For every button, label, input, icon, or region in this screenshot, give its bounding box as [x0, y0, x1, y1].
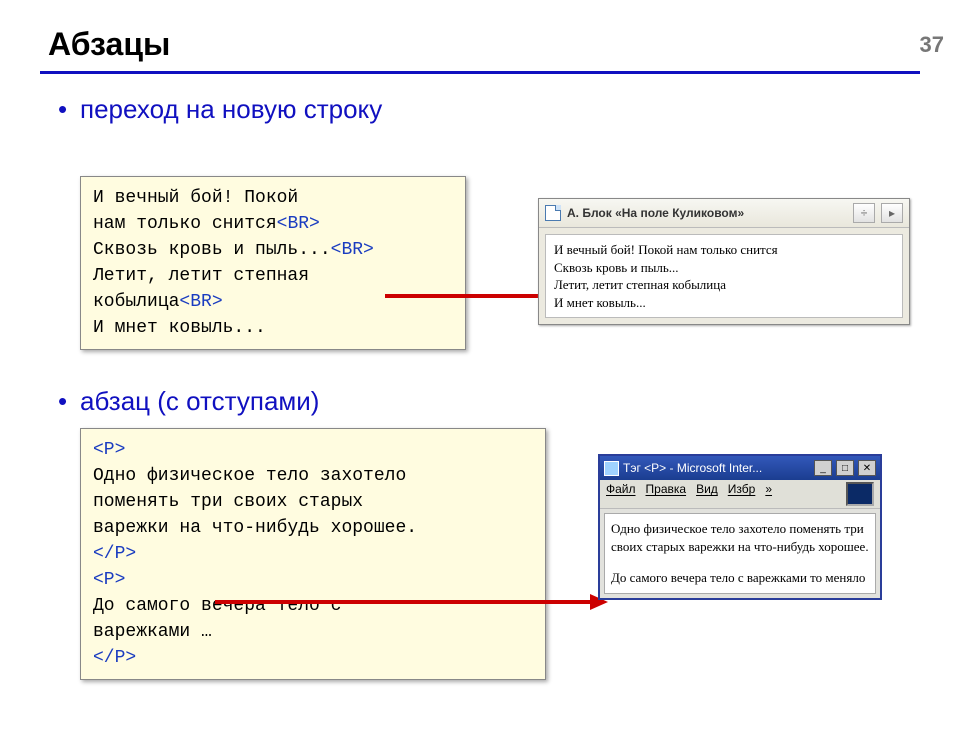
- menu-more[interactable]: »: [765, 482, 772, 506]
- br-tag: <BR>: [277, 214, 320, 234]
- menu-file[interactable]: Файл: [606, 482, 636, 506]
- ie-menubar: Файл Правка Вид Избр »: [600, 480, 880, 509]
- nav-button[interactable]: ÷: [853, 203, 875, 223]
- code-example-p: <P> Одно физическое тело захотело поменя…: [80, 428, 546, 680]
- slide-title: Абзацы: [48, 26, 960, 63]
- code-line: До самого вечера тело с варежками …: [93, 596, 341, 642]
- bullet-paragraph: абзац (с отступами): [58, 386, 319, 417]
- code-line: И мнет ковыль...: [93, 318, 266, 338]
- render-line: И вечный бой! Покой нам только снится: [554, 241, 894, 259]
- code-line: Летит, летит степная: [93, 266, 309, 286]
- br-tag: <BR>: [331, 240, 374, 260]
- title-divider: [40, 71, 920, 74]
- p-tag: <P>: [93, 440, 125, 460]
- render-line: И мнет ковыль...: [554, 294, 894, 312]
- code-line: Сквозь кровь и пыль...: [93, 240, 331, 260]
- browser-titlebar: А. Блок «На поле Куликовом» ÷ ▸: [539, 199, 909, 228]
- maximize-button[interactable]: □: [836, 460, 854, 476]
- browser-title: А. Блок «На поле Куликовом»: [567, 206, 847, 220]
- ie-titlebar: Тэг <P> - Microsoft Inter... _ □ ✕: [600, 456, 880, 480]
- browser-preview-1: А. Блок «На поле Куликовом» ÷ ▸ И вечный…: [538, 198, 910, 325]
- menu-view[interactable]: Вид: [696, 482, 718, 506]
- code-line: нам только снится: [93, 214, 277, 234]
- slide-number: 37: [920, 32, 944, 58]
- minimize-button[interactable]: _: [814, 460, 832, 476]
- code-line: кобылица: [93, 292, 179, 312]
- render-paragraph: Одно физическое тело захотело поменять т…: [611, 520, 869, 555]
- close-button[interactable]: ✕: [858, 460, 876, 476]
- menu-fav[interactable]: Избр: [728, 482, 756, 506]
- ie-body: Одно физическое тело захотело поменять т…: [604, 513, 876, 594]
- code-line: Одно физическое тело захотело поменять т…: [93, 466, 417, 538]
- browser-body: И вечный бой! Покой нам только снится Ск…: [545, 234, 903, 318]
- p-close-tag: </P>: [93, 544, 136, 564]
- render-line: Летит, летит степная кобылица: [554, 276, 894, 294]
- ie-title: Тэг <P> - Microsoft Inter...: [623, 461, 810, 475]
- browser-preview-2: Тэг <P> - Microsoft Inter... _ □ ✕ Файл …: [598, 454, 882, 600]
- throbber-icon: [846, 482, 874, 506]
- render-paragraph: До самого вечера тело с варежками то мен…: [611, 569, 869, 587]
- p-close-tag: </P>: [93, 648, 136, 668]
- br-tag: <BR>: [179, 292, 222, 312]
- p-tag: <P>: [93, 570, 125, 590]
- page-icon: [545, 205, 561, 221]
- code-line: И вечный бой! Покой: [93, 188, 298, 208]
- code-example-br: И вечный бой! Покой нам только снится<BR…: [80, 176, 466, 350]
- nav-button[interactable]: ▸: [881, 203, 903, 223]
- bullet-newline: переход на новую строку: [58, 94, 960, 125]
- ie-icon: [604, 461, 619, 476]
- menu-edit[interactable]: Правка: [646, 482, 687, 506]
- render-line: Сквозь кровь и пыль...: [554, 259, 894, 277]
